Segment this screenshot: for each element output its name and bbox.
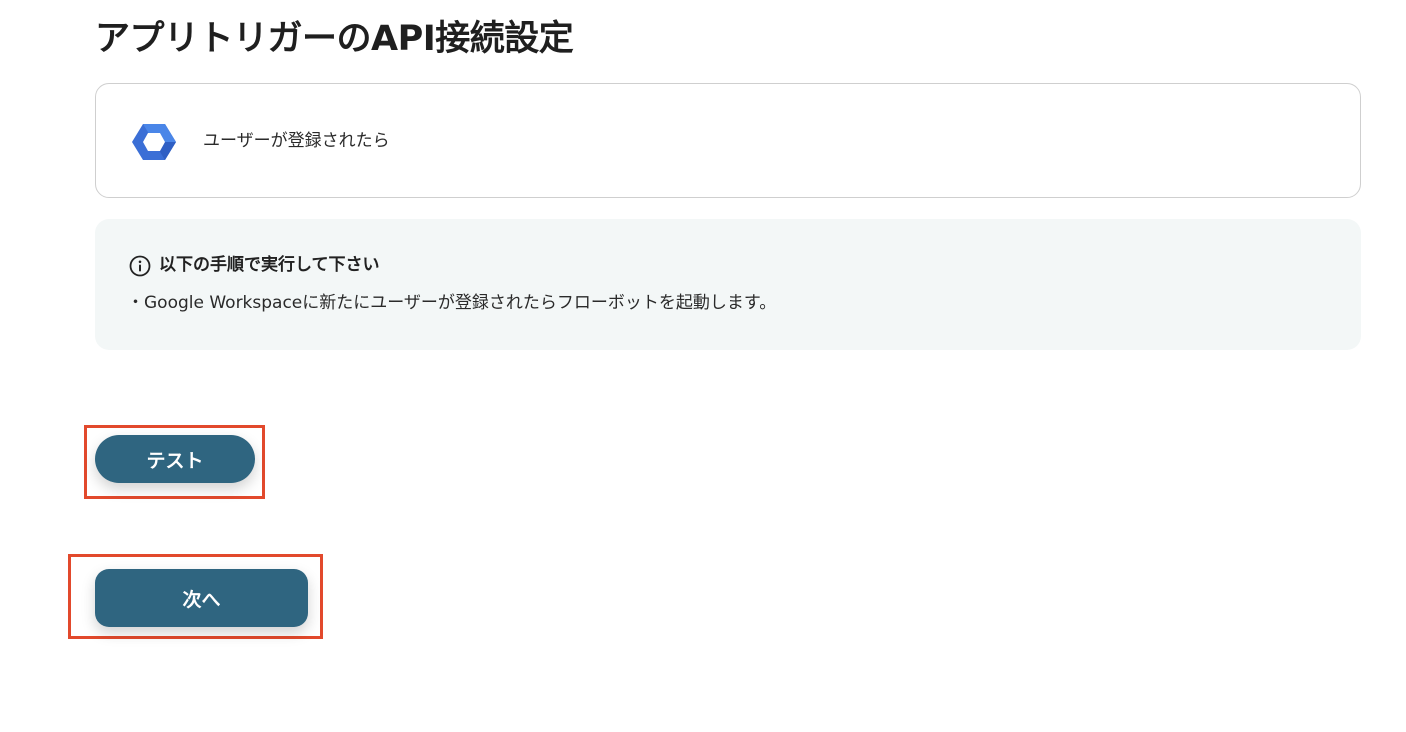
trigger-card[interactable]: ユーザーが登録されたら <box>95 83 1361 198</box>
page-title: アプリトリガーのAPI接続設定 <box>95 19 574 59</box>
next-button[interactable]: 次へ <box>95 569 308 627</box>
test-button[interactable]: テスト <box>95 435 255 483</box>
info-circle-icon <box>129 255 151 277</box>
trigger-label: ユーザーが登録されたら <box>203 131 390 151</box>
instructions-box: 以下の手順で実行して下さい ・Google Workspaceに新たにユーザーが… <box>95 219 1361 350</box>
instructions-text: ・Google Workspaceに新たにユーザーが登録されたらフローボットを起… <box>127 293 777 313</box>
api-connection-settings-page: アプリトリガーのAPI接続設定 ユーザーが登録されたら 以下の手順で実行して下さ… <box>0 0 1406 732</box>
instructions-heading: 以下の手順で実行して下さい <box>159 255 380 275</box>
google-workspace-icon <box>132 120 176 164</box>
